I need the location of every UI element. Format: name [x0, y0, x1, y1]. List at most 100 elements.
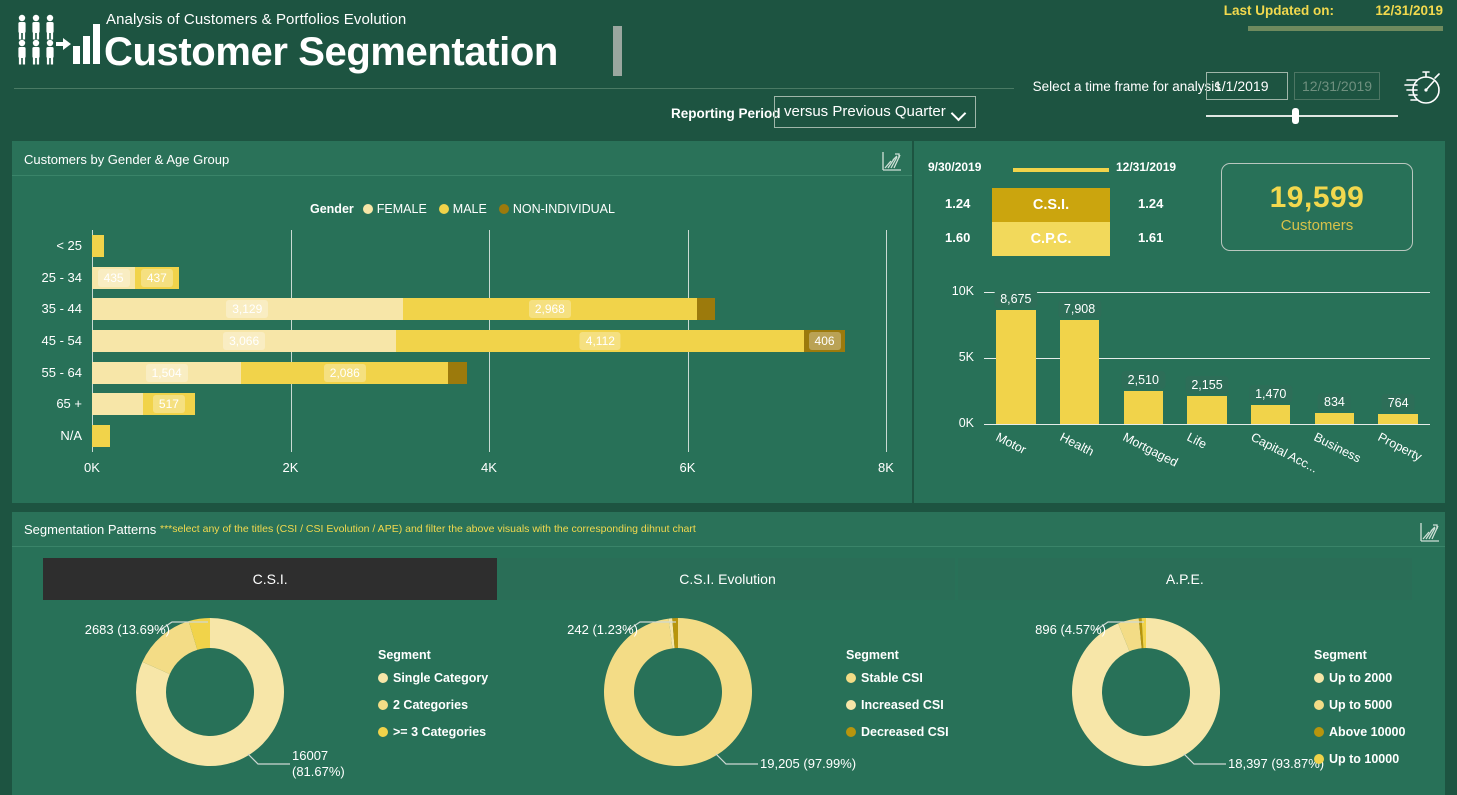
- y-axis-category[interactable]: 25 - 34: [4, 270, 82, 285]
- donut-ape: 896 (4.57%)18,397 (93.87%)SegmentUp to 2…: [976, 608, 1441, 793]
- bar-value-label: 1,470: [1249, 385, 1292, 403]
- stopwatch-icon[interactable]: [1402, 64, 1444, 108]
- legend-item-female[interactable]: FEMALE: [363, 202, 427, 216]
- y-axis-category[interactable]: < 25: [4, 238, 82, 253]
- y-axis-category[interactable]: 65 +: [4, 396, 82, 411]
- x-gridline: [886, 230, 887, 452]
- last-updated-label: Last Updated on:: [1224, 3, 1334, 18]
- y-axis-category[interactable]: N/A: [4, 428, 82, 443]
- y-axis-category[interactable]: 55 - 64: [4, 365, 82, 380]
- page-title: Customer Segmentation: [104, 30, 558, 75]
- legend-item-non-individual[interactable]: NON-INDIVIDUAL: [499, 202, 615, 216]
- segmentation-patterns-title: Segmentation Patterns: [24, 522, 156, 537]
- bar-segment-female[interactable]: 1,504: [92, 362, 241, 384]
- kpi-connector-line: [1013, 168, 1109, 172]
- y-axis-tick: 10K: [940, 284, 974, 298]
- y-gridline: [984, 358, 1430, 359]
- bar-segment-non-individual[interactable]: 406: [804, 330, 844, 352]
- bar-segment-male[interactable]: [92, 235, 104, 257]
- bar[interactable]: [1060, 320, 1100, 424]
- left-panel-title: Customers by Gender & Age Group: [24, 152, 229, 167]
- donut-legend-item[interactable]: Stable CSI: [846, 671, 949, 685]
- bar-segment-male[interactable]: 4,112: [396, 330, 804, 352]
- focus-mode-icon[interactable]: [1419, 521, 1441, 543]
- date-from-input[interactable]: [1206, 72, 1288, 100]
- bar-value-label: 3,129: [226, 300, 268, 318]
- tab-c-s-i[interactable]: C.S.I.: [43, 558, 497, 600]
- donut-legend: Segment Single Category 2 Categories >= 3 C…: [378, 648, 488, 752]
- donut-legend-item[interactable]: Up to 2000: [1314, 671, 1405, 685]
- date-to-input[interactable]: [1294, 72, 1380, 100]
- legend-swatch-female: [363, 204, 373, 214]
- bar-row[interactable]: 517: [92, 393, 195, 415]
- donut-csi: 2683 (13.69%)16007 (81.67%)SegmentSingle…: [40, 608, 505, 793]
- kpi-row-cpc[interactable]: C.P.C.: [992, 222, 1110, 256]
- bar-segment-female[interactable]: 3,066: [92, 330, 396, 352]
- bar-row[interactable]: 1,5042,086: [92, 362, 467, 384]
- timeframe-slider-track[interactable]: [1206, 115, 1398, 117]
- bar-row[interactable]: 3,129 2,968: [92, 298, 715, 320]
- bar-segment-female[interactable]: [92, 393, 143, 415]
- kpi-cpc-right-value: 1.61: [1138, 230, 1163, 245]
- leader-line: [716, 754, 758, 764]
- timeframe-label: Select a time frame for analysis: [1033, 79, 1221, 94]
- donut-legend-swatch: [378, 673, 388, 683]
- title-divider-bar: [613, 26, 622, 76]
- donut-legend-item[interactable]: Increased CSI: [846, 698, 949, 712]
- reporting-period-select[interactable]: versus Previous Quarter: [774, 96, 976, 128]
- donut-legend-item[interactable]: Up to 10000: [1314, 752, 1405, 766]
- bar-row[interactable]: [92, 425, 110, 447]
- bar-segment-male[interactable]: [92, 425, 110, 447]
- bar-segment-male[interactable]: 517: [143, 393, 194, 415]
- bar-value-label: 517: [153, 395, 185, 413]
- bar-value-label: 2,510: [1122, 371, 1165, 389]
- bar-segment-non-individual[interactable]: [697, 298, 715, 320]
- kpi-cpc-left-value: 1.60: [945, 230, 970, 245]
- segmentation-patterns-note: ***select any of the titles (CSI / CSI E…: [160, 523, 696, 535]
- y-axis-tick: 5K: [940, 350, 974, 364]
- donut-legend-item[interactable]: Single Category: [378, 671, 488, 685]
- donut-legend-item[interactable]: Decreased CSI: [846, 725, 949, 739]
- donut-legend-item[interactable]: Above 10000: [1314, 725, 1405, 739]
- bar[interactable]: [1251, 405, 1291, 424]
- dashboard-header: Analysis of Customers & Portfolios Evolu…: [0, 0, 1457, 137]
- bar[interactable]: [1378, 414, 1418, 424]
- bar-segment-male[interactable]: 2,968: [403, 298, 698, 320]
- bar-value-label: 764: [1382, 394, 1415, 412]
- legend-item-male[interactable]: MALE: [439, 202, 487, 216]
- focus-mode-icon[interactable]: [881, 150, 903, 172]
- bar-segment-female[interactable]: 3,129: [92, 298, 403, 320]
- y-axis-category[interactable]: 35 - 44: [4, 301, 82, 316]
- kpi-row-csi[interactable]: C.S.I.: [992, 188, 1110, 222]
- bar[interactable]: [1187, 396, 1227, 424]
- bar-segment-female[interactable]: 435: [92, 267, 135, 289]
- bar-segment-male[interactable]: 2,086: [241, 362, 448, 384]
- y-axis-category[interactable]: 45 - 54: [4, 333, 82, 348]
- bar-value-label: 2,155: [1185, 376, 1228, 394]
- kpi-table: C.S.I. C.P.C.: [992, 188, 1110, 256]
- bar-value-label: 834: [1318, 393, 1351, 411]
- bar[interactable]: [1315, 413, 1355, 424]
- donut-legend-item[interactable]: 2 Categories: [378, 698, 488, 712]
- bar-row[interactable]: [92, 235, 104, 257]
- bar[interactable]: [996, 310, 1036, 425]
- legend-label-female: FEMALE: [377, 202, 427, 216]
- tab-a-p-e[interactable]: A.P.E.: [958, 558, 1412, 600]
- bar-row[interactable]: 3,0664,112406: [92, 330, 845, 352]
- tab-c-s-i-evolution[interactable]: C.S.I. Evolution: [500, 558, 954, 600]
- kpi-date-header: 9/30/2019 12/31/2019: [928, 160, 1188, 178]
- chevron-down-icon: [951, 106, 967, 122]
- customers-count: 19,599: [1270, 181, 1365, 215]
- donut-legend-swatch: [378, 700, 388, 710]
- bar-segment-non-individual[interactable]: [448, 362, 467, 384]
- bar-segment-male[interactable]: 437: [135, 267, 178, 289]
- donut-legend-item[interactable]: Up to 5000: [1314, 698, 1405, 712]
- donut-legend-title: Segment: [378, 648, 488, 662]
- donut-legend-item[interactable]: >= 3 Categories: [378, 725, 488, 739]
- legend-swatch-non-individual: [499, 204, 509, 214]
- timeframe-slider-thumb[interactable]: [1292, 108, 1299, 124]
- bar[interactable]: [1124, 391, 1164, 424]
- last-updated-date: 12/31/2019: [1375, 3, 1443, 18]
- bar-value-label: 8,675: [994, 290, 1037, 308]
- bar-row[interactable]: 435437: [92, 267, 179, 289]
